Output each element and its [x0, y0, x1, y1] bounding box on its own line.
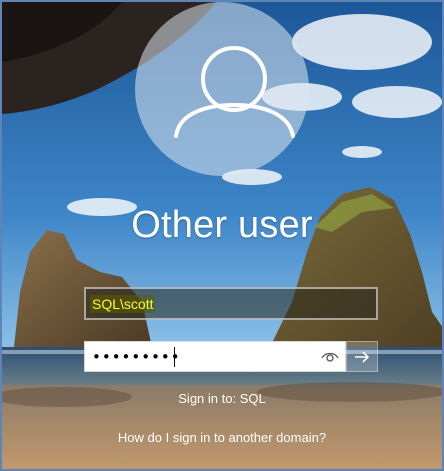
username-value: SQL\scott [90, 295, 156, 313]
other-domain-link[interactable]: How do I sign in to another domain? [2, 430, 442, 445]
password-row: ••••••••• [84, 341, 378, 372]
text-caret [174, 347, 175, 367]
password-mask: ••••••••• [92, 348, 181, 366]
user-silhouette-icon [174, 46, 295, 138]
password-field[interactable]: ••••••••• [84, 341, 346, 372]
eye-icon[interactable] [321, 349, 339, 365]
lock-screen: Other user SQL\scott ••••••••• Sign in t… [0, 0, 444, 471]
account-display-name: Other user [131, 204, 313, 246]
sign-in-domain-label: Sign in to: SQL [178, 391, 266, 406]
arrow-right-icon [355, 350, 370, 363]
submit-button[interactable] [346, 341, 378, 372]
username-field[interactable]: SQL\scott [84, 287, 378, 320]
